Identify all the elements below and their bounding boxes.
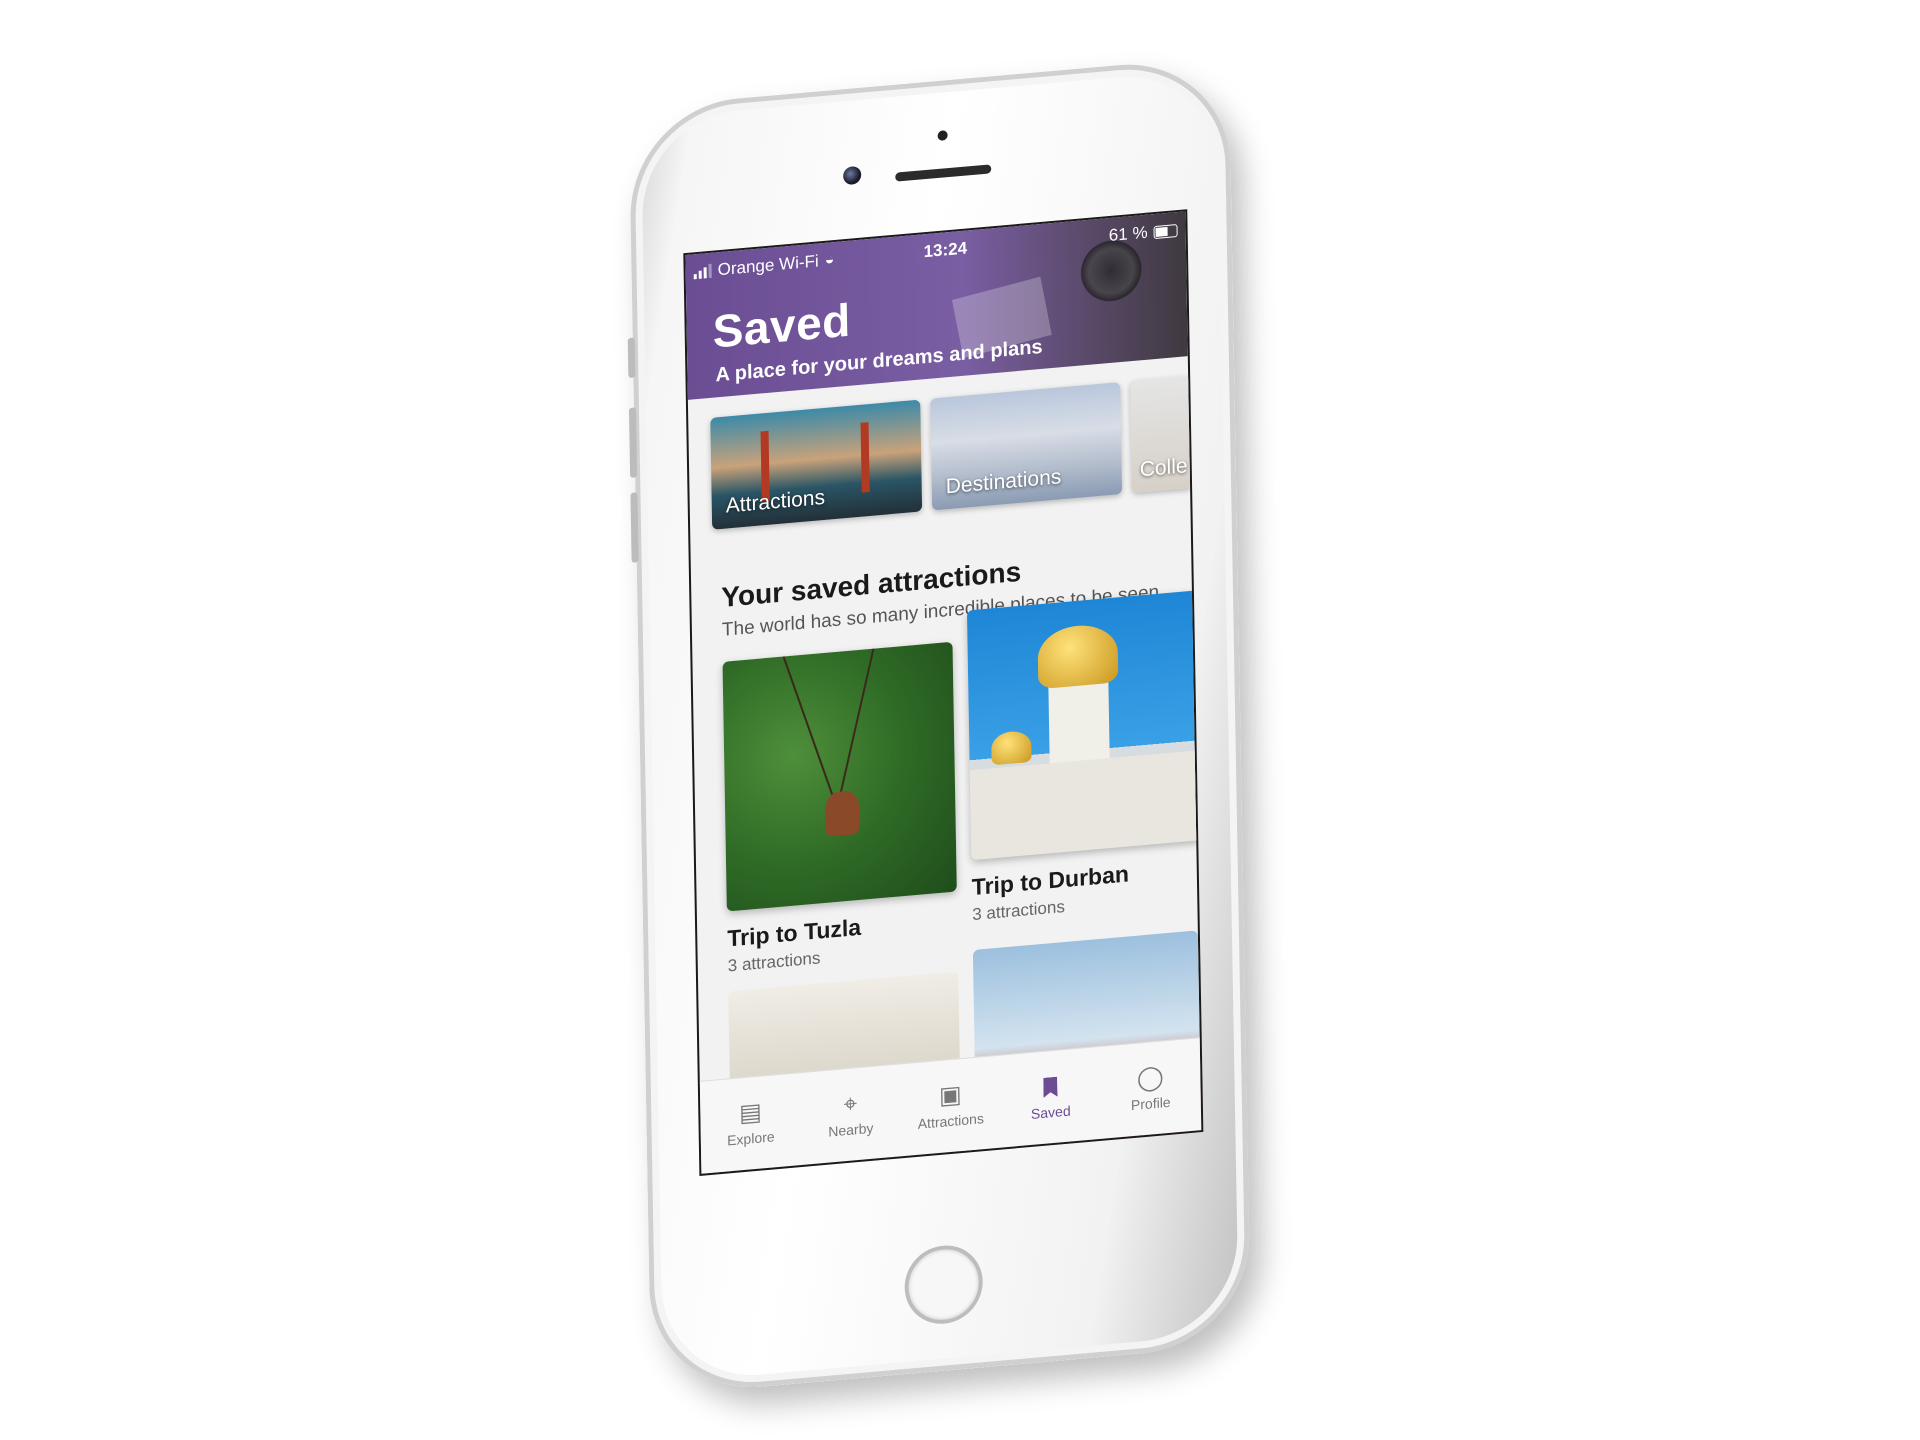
trip-image (966, 590, 1202, 861)
mosque-dome (991, 729, 1032, 766)
location-pin-icon: ⌖ (843, 1090, 858, 1119)
app-screen: Orange Wi-Fi ◒ 13:24 61 % Saved A place … (683, 209, 1204, 1176)
category-label: Colle (1139, 454, 1188, 482)
status-left: Orange Wi-Fi ◒ (693, 250, 835, 282)
tab-saved[interactable]: Saved (1005, 1070, 1096, 1124)
tab-label: Saved (1030, 1102, 1071, 1122)
page-title: Saved (712, 293, 852, 358)
swing-person (824, 789, 860, 837)
trip-image (722, 641, 957, 912)
bookmark-icon (1043, 1077, 1057, 1098)
category-carousel[interactable]: Attractions Destinations Colle (710, 375, 1193, 538)
tab-label: Nearby (828, 1119, 874, 1140)
trip-card-durban[interactable]: Trip to Durban 3 attractions (966, 590, 1202, 925)
map-icon: ▤ (738, 1098, 762, 1128)
mute-switch (627, 337, 636, 379)
battery-percent: 61 % (1108, 222, 1148, 246)
volume-down-button (630, 492, 639, 563)
category-label: Destinations (945, 465, 1062, 499)
swing-rope (782, 656, 840, 814)
category-card-attractions[interactable]: Attractions (710, 399, 923, 530)
category-card-destinations[interactable]: Destinations (930, 382, 1123, 511)
carrier-label: Orange Wi-Fi (717, 251, 819, 280)
mosque-building (969, 750, 1202, 861)
tab-label: Attractions (917, 1110, 985, 1132)
front-camera-icon (843, 165, 862, 186)
bridge-decoration (860, 422, 870, 493)
category-card-collections[interactable]: Colle (1130, 375, 1193, 494)
earpiece-speaker (895, 164, 992, 182)
category-label: Attractions (725, 485, 826, 518)
wifi-icon: ◒ (824, 251, 835, 269)
person-icon: ◯ (1136, 1063, 1165, 1093)
trip-card-tuzla[interactable]: Trip to Tuzla 3 attractions (722, 641, 957, 977)
tab-attractions[interactable]: ▣ Attractions (905, 1079, 996, 1133)
phone-mockup: Orange Wi-Fi ◒ 13:24 61 % Saved A place … (627, 54, 1272, 1406)
camera-icon: ▣ (938, 1081, 962, 1110)
signal-icon (693, 263, 712, 280)
battery-icon (1153, 223, 1178, 239)
mosque-dome (1037, 622, 1119, 690)
proximity-sensor (937, 130, 948, 141)
tab-label: Profile (1130, 1093, 1171, 1114)
volume-up-button (628, 407, 638, 478)
tab-nearby[interactable]: ⌖ Nearby (805, 1088, 896, 1142)
stage: Orange Wi-Fi ◒ 13:24 61 % Saved A place … (0, 0, 1920, 1440)
tab-profile[interactable]: ◯ Profile (1105, 1062, 1196, 1116)
home-button[interactable] (903, 1242, 984, 1327)
status-right: 61 % (1109, 220, 1178, 246)
phone-body: Orange Wi-Fi ◒ 13:24 61 % Saved A place … (627, 55, 1252, 1397)
tab-explore[interactable]: ▤ Explore (705, 1097, 796, 1151)
status-time: 13:24 (923, 238, 968, 262)
saved-header: Orange Wi-Fi ◒ 13:24 61 % Saved A place … (685, 211, 1188, 400)
tab-label: Explore (726, 1128, 775, 1149)
